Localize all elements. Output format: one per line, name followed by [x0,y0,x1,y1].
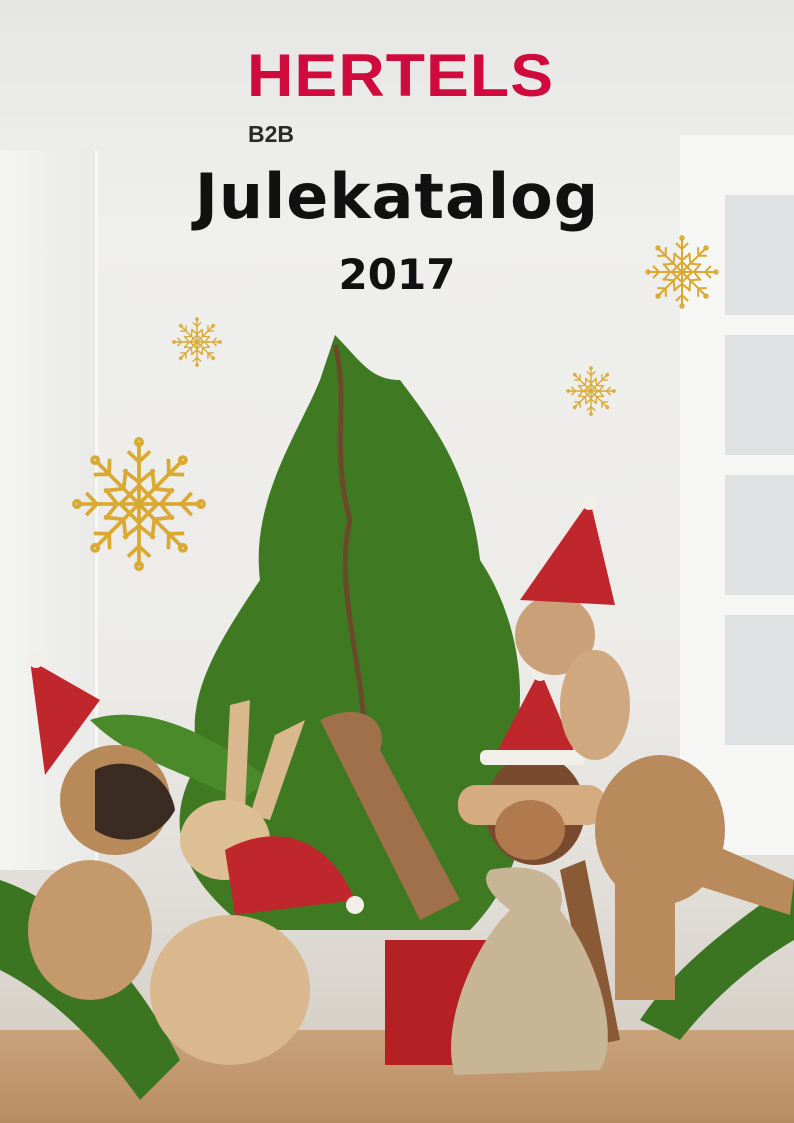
brand-logo: HERTELS [247,42,555,109]
wooden-figure-bear [28,652,175,1000]
subbrand-label: B2B [248,121,295,147]
snowflake-icon [567,367,615,415]
catalog-title: Julekatalog [194,160,600,233]
snowflake-icon [74,439,204,569]
catalog-year: 2017 [338,250,456,299]
snowflake-icon [173,318,221,366]
